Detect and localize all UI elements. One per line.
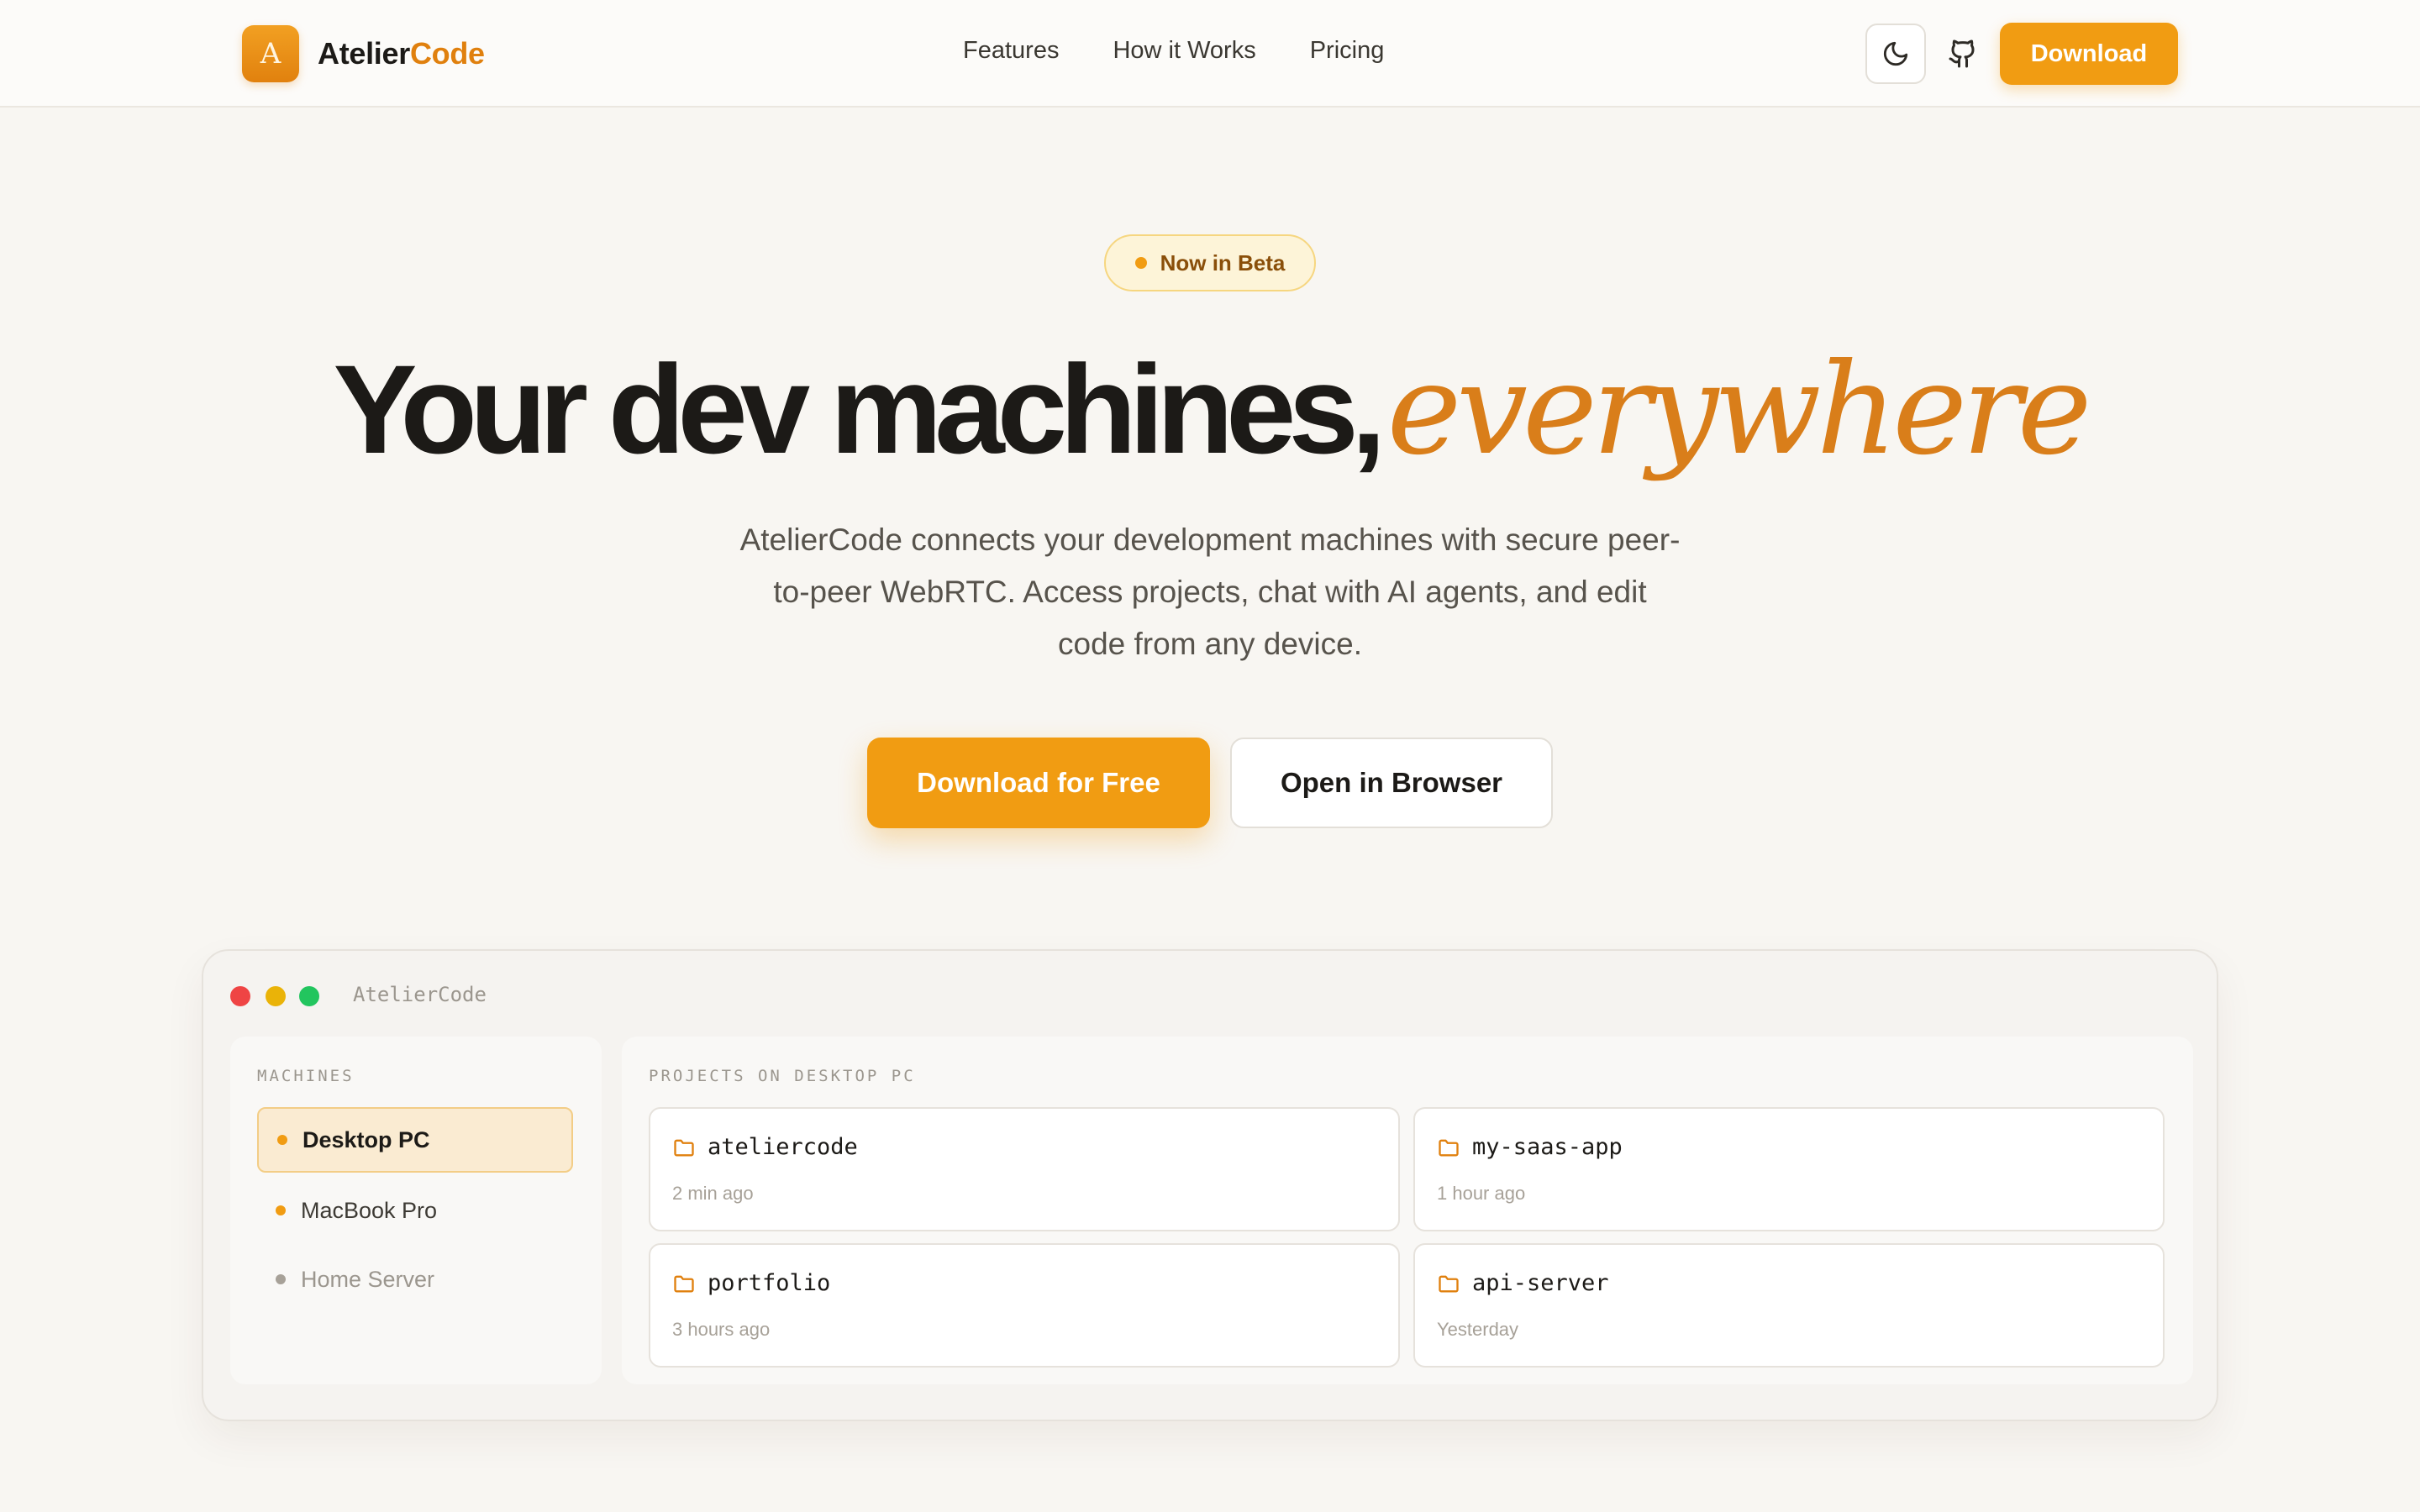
machine-item-home-server[interactable]: Home Server [257, 1247, 573, 1312]
brand-name-accent: Code [409, 36, 485, 71]
beta-dot-icon [1134, 257, 1147, 269]
brand-name: AtelierCode [318, 36, 485, 71]
beta-badge: Now in Beta [1104, 234, 1316, 291]
project-name: api-server [1472, 1270, 1609, 1296]
nav-link-pricing[interactable]: Pricing [1310, 37, 1385, 65]
machine-label: MacBook Pro [301, 1197, 438, 1223]
nav-link-features[interactable]: Features [963, 37, 1059, 65]
logo-mark-icon: A [242, 25, 299, 82]
top-nav: A AtelierCode Features How it Works Pric… [0, 0, 2420, 108]
machine-label: Home Server [301, 1266, 435, 1292]
project-name: ateliercode [708, 1134, 858, 1160]
status-offline-icon [276, 1274, 286, 1284]
project-card-ateliercode[interactable]: ateliercode 2 min ago [649, 1107, 1400, 1231]
headline-main: Your dev machines, [333, 339, 1386, 480]
folder-icon [674, 1139, 694, 1156]
project-updated-time: 3 hours ago [672, 1319, 771, 1340]
projects-heading: PROJECTS ON DESKTOP PC [649, 1067, 916, 1085]
brand-logo[interactable]: A AtelierCode [242, 25, 485, 82]
project-updated-time: 2 min ago [672, 1183, 754, 1204]
headline-accent: everywhere [1386, 337, 2092, 483]
moon-icon [1883, 41, 1908, 66]
machine-item-macbook-pro[interactable]: MacBook Pro [257, 1178, 573, 1243]
folder-icon [1439, 1275, 1459, 1292]
project-updated-time: Yesterday [1437, 1319, 1519, 1340]
folder-icon [674, 1275, 694, 1292]
machine-label: Desktop PC [302, 1126, 430, 1152]
nav-links: Features How it Works Pricing [963, 37, 1384, 65]
machine-item-desktop-pc[interactable]: Desktop PC [257, 1107, 573, 1173]
project-name: portfolio [708, 1270, 831, 1296]
window-maximize-dot [299, 986, 319, 1006]
beta-badge-label: Now in Beta [1160, 249, 1286, 276]
window-close-dot [230, 986, 250, 1006]
github-icon [1949, 39, 1975, 68]
brand-name-main: Atelier [318, 36, 410, 71]
project-card-portfolio[interactable]: portfolio 3 hours ago [649, 1243, 1400, 1368]
nav-link-how-it-works[interactable]: How it Works [1113, 37, 1255, 65]
window-title: AtelierCode [353, 983, 487, 1006]
nav-download-button[interactable]: Download [2000, 23, 2178, 85]
hero-headline: Your dev machines,everywhere [0, 340, 2420, 480]
machines-heading: MACHINES [257, 1067, 355, 1085]
status-online-icon [277, 1135, 287, 1145]
open-in-browser-button[interactable]: Open in Browser [1230, 738, 1553, 828]
project-updated-time: 1 hour ago [1437, 1183, 1526, 1204]
window-minimize-dot [266, 986, 286, 1006]
project-name: my-saas-app [1472, 1134, 1623, 1160]
theme-toggle-button[interactable] [1865, 24, 1926, 84]
project-card-my-saas-app[interactable]: my-saas-app 1 hour ago [1413, 1107, 2165, 1231]
app-preview-window: AtelierCode MACHINES Desktop PC MacBook … [202, 949, 2218, 1421]
status-online-icon [276, 1205, 286, 1215]
projects-panel: PROJECTS ON DESKTOP PC ateliercode 2 min… [622, 1037, 2193, 1384]
folder-icon [1439, 1139, 1459, 1156]
download-free-button[interactable]: Download for Free [867, 738, 1210, 828]
github-link[interactable] [1946, 37, 1980, 71]
project-card-api-server[interactable]: api-server Yesterday [1413, 1243, 2165, 1368]
hero-subtitle: AtelierCode connects your development ma… [739, 522, 1681, 661]
machines-sidebar: MACHINES Desktop PC MacBook Pro Home Ser… [230, 1037, 602, 1384]
